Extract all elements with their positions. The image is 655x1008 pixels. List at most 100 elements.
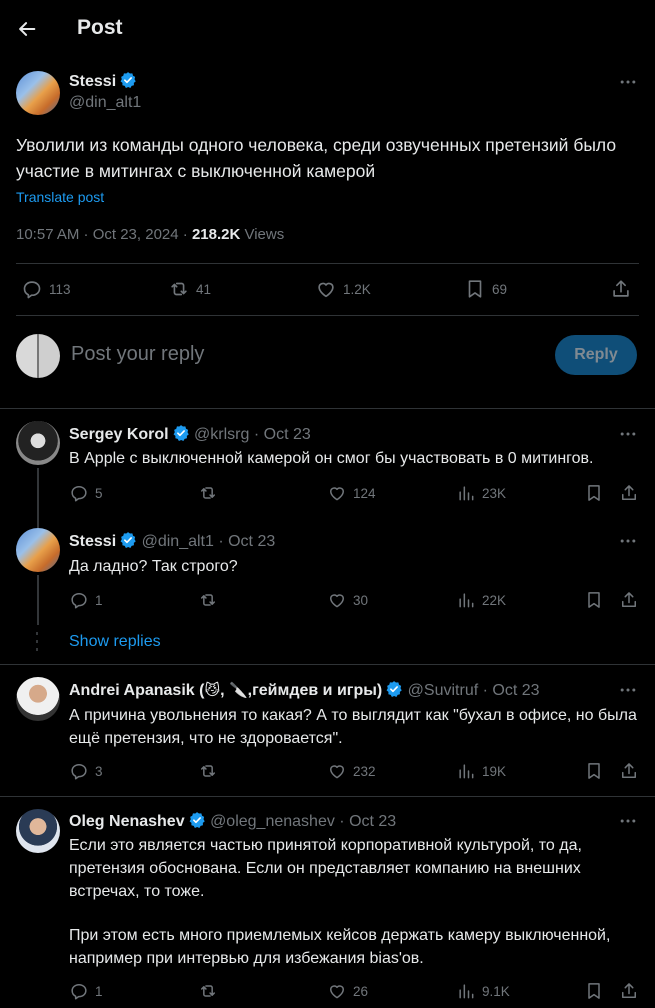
author-handle[interactable]: @Suvitruf · Oct 23 bbox=[408, 682, 540, 699]
views-count: 22K bbox=[482, 592, 507, 608]
like-button[interactable]: 26 bbox=[327, 981, 368, 1001]
share-button[interactable] bbox=[610, 278, 632, 300]
author-handle[interactable]: @din_alt1 · Oct 23 bbox=[142, 533, 276, 550]
reply-count: 1 bbox=[95, 592, 103, 608]
verified-badge-icon bbox=[188, 811, 206, 829]
repost-icon bbox=[168, 278, 190, 300]
views-button[interactable]: 23K bbox=[456, 483, 506, 503]
bookmark-button[interactable] bbox=[584, 981, 604, 1001]
show-replies-link[interactable]: Show replies bbox=[69, 633, 161, 651]
author-line: Stessi bbox=[69, 71, 137, 91]
reply-icon bbox=[21, 278, 43, 300]
avatar[interactable] bbox=[16, 421, 60, 465]
bookmark-button[interactable]: 69 bbox=[464, 278, 507, 300]
reply-button[interactable]: 3 bbox=[69, 761, 103, 781]
avatar[interactable] bbox=[16, 677, 60, 721]
reply-button[interactable]: 113 bbox=[21, 278, 71, 300]
views-count: 218.2K bbox=[191, 226, 241, 243]
views-icon bbox=[456, 761, 476, 781]
author-name[interactable]: Stessi bbox=[69, 533, 116, 550]
like-count: 26 bbox=[353, 983, 369, 999]
divider bbox=[0, 408, 655, 409]
repost-button[interactable] bbox=[198, 590, 218, 610]
bookmark-icon bbox=[584, 761, 604, 781]
share-icon bbox=[610, 278, 632, 300]
page-title: Post bbox=[77, 16, 123, 39]
author-name[interactable]: Sergey Korol bbox=[69, 426, 169, 443]
avatar[interactable] bbox=[16, 528, 60, 572]
more-icon[interactable] bbox=[618, 680, 638, 700]
bookmark-icon bbox=[584, 483, 604, 503]
verified-badge-icon bbox=[385, 680, 403, 698]
reply-count: 3 bbox=[95, 763, 103, 779]
repost-button[interactable] bbox=[198, 483, 218, 503]
repost-button[interactable] bbox=[198, 981, 218, 1001]
share-icon bbox=[619, 761, 639, 781]
reply-button[interactable]: 5 bbox=[69, 483, 103, 503]
like-button[interactable]: 1.2K bbox=[315, 278, 371, 300]
bookmark-button[interactable] bbox=[584, 483, 604, 503]
author-handle[interactable]: @krlsrg · Oct 23 bbox=[194, 426, 311, 443]
divider bbox=[16, 315, 639, 316]
reply-icon bbox=[69, 590, 89, 610]
comment-header: Sergey Korol @krlsrg · Oct 23 bbox=[69, 424, 311, 444]
comment-header: Oleg Nenashev @oleg_nenashev · Oct 23 bbox=[69, 811, 396, 831]
reply-icon bbox=[69, 761, 89, 781]
reply-icon bbox=[69, 483, 89, 503]
bookmark-icon bbox=[464, 278, 486, 300]
reply-submit-button[interactable]: Reply bbox=[555, 335, 637, 375]
more-icon[interactable] bbox=[618, 811, 638, 831]
like-button[interactable]: 124 bbox=[327, 483, 376, 503]
like-button[interactable]: 232 bbox=[327, 761, 376, 781]
share-button[interactable] bbox=[619, 761, 639, 781]
more-icon[interactable] bbox=[618, 424, 638, 444]
author-handle[interactable]: @oleg_nenashev · Oct 23 bbox=[210, 813, 396, 830]
repost-icon bbox=[198, 590, 218, 610]
my-avatar bbox=[16, 334, 60, 378]
author-handle[interactable]: @din_alt1 bbox=[69, 94, 141, 112]
translate-post-link[interactable]: Translate post bbox=[16, 189, 104, 205]
share-button[interactable] bbox=[619, 483, 639, 503]
bookmark-icon bbox=[584, 590, 604, 610]
share-button[interactable] bbox=[619, 590, 639, 610]
repost-button[interactable]: 41 bbox=[168, 278, 211, 300]
top-bar: Post bbox=[0, 0, 655, 58]
reply-button[interactable]: 1 bbox=[69, 981, 103, 1001]
repost-icon bbox=[198, 483, 218, 503]
share-button[interactable] bbox=[619, 981, 639, 1001]
reply-count: 5 bbox=[95, 485, 103, 501]
like-icon bbox=[327, 483, 347, 503]
like-button[interactable]: 30 bbox=[327, 590, 368, 610]
more-icon[interactable] bbox=[618, 72, 638, 92]
repost-button[interactable] bbox=[198, 761, 218, 781]
knife-emoji: 🔪 bbox=[228, 681, 248, 699]
arrow-left-icon[interactable] bbox=[16, 18, 38, 40]
more-icon[interactable] bbox=[618, 531, 638, 551]
repost-icon bbox=[198, 981, 218, 1001]
views-button[interactable]: 19K bbox=[456, 761, 506, 781]
author-name[interactable]: Stessi bbox=[69, 73, 116, 90]
avatar[interactable] bbox=[16, 71, 60, 115]
bookmark-icon bbox=[584, 981, 604, 1001]
reply-count: 113 bbox=[49, 281, 71, 297]
author-name[interactable]: Andrei Apanasik (😼, 🔪,геймдев и игры) bbox=[69, 681, 382, 699]
reply-input[interactable]: Post your reply bbox=[71, 343, 204, 366]
comment-header: Stessi @din_alt1 · Oct 23 bbox=[69, 531, 275, 551]
post-timestamp[interactable]: 10:57 AM · Oct 23, 2024 · bbox=[16, 226, 192, 243]
repost-count: 41 bbox=[196, 281, 212, 297]
views-button[interactable]: 9.1K bbox=[456, 981, 510, 1001]
bookmark-button[interactable] bbox=[584, 761, 604, 781]
verified-badge-icon bbox=[119, 531, 137, 549]
views-button[interactable]: 22K bbox=[456, 590, 506, 610]
reply-button[interactable]: 1 bbox=[69, 590, 103, 610]
avatar[interactable] bbox=[16, 809, 60, 853]
views-count: 23K bbox=[482, 485, 507, 501]
comment-text-paragraph-2: При этом есть много приемлемых кейсов де… bbox=[69, 927, 611, 967]
like-count: 232 bbox=[353, 763, 376, 779]
comment-text: А причина увольнения то какая? А то выгл… bbox=[69, 707, 637, 747]
views-icon bbox=[456, 981, 476, 1001]
like-icon bbox=[327, 981, 347, 1001]
thread-line bbox=[37, 575, 39, 625]
author-name[interactable]: Oleg Nenashev bbox=[69, 813, 185, 830]
bookmark-button[interactable] bbox=[584, 590, 604, 610]
